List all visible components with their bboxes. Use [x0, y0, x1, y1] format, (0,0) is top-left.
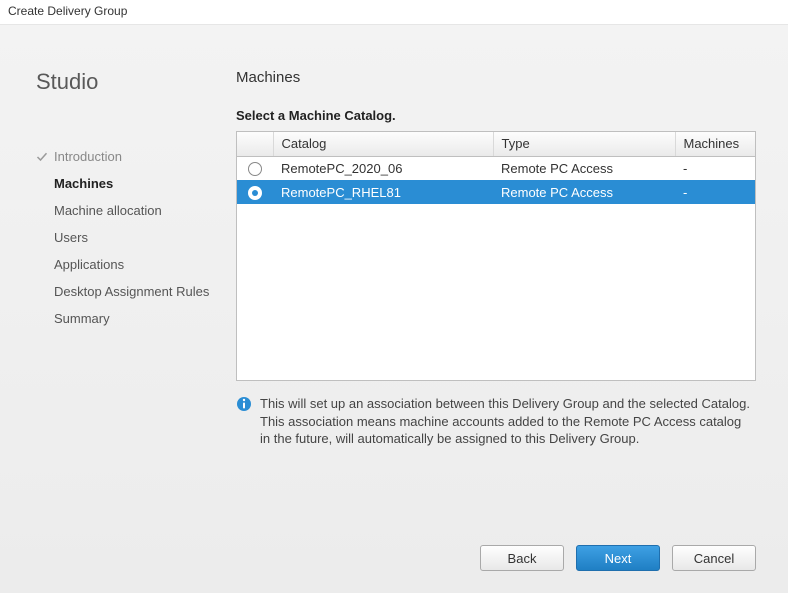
step-label: Desktop Assignment Rules [54, 284, 209, 299]
table-header-row: Catalog Type Machines [237, 132, 755, 156]
catalog-radio[interactable] [237, 156, 273, 180]
window-title: Create Delivery Group [0, 0, 788, 24]
header-radio[interactable] [237, 132, 273, 156]
back-button[interactable]: Back [480, 545, 564, 571]
step-label: Summary [54, 311, 110, 326]
info-icon [236, 396, 252, 412]
header-type[interactable]: Type [493, 132, 675, 156]
header-machines[interactable]: Machines [675, 132, 755, 156]
step-users[interactable]: Users [36, 224, 232, 251]
info-text: This will set up an association between … [260, 395, 752, 448]
step-label: Machine allocation [54, 203, 162, 218]
step-label: Machines [54, 176, 113, 191]
catalog-table: Catalog Type Machines RemotePC_2020_06 R… [237, 132, 755, 204]
content-panel: Machines Select a Machine Catalog. Catal… [232, 25, 788, 593]
catalog-table-container: Catalog Type Machines RemotePC_2020_06 R… [236, 131, 756, 381]
step-applications[interactable]: Applications [36, 251, 232, 278]
table-row[interactable]: RemotePC_2020_06 Remote PC Access - [237, 156, 755, 180]
wizard-body: Studio Introduction Machines Machine all… [0, 24, 788, 593]
wizard-buttons: Back Next Cancel [480, 545, 756, 571]
radio-icon [248, 186, 262, 200]
table-row[interactable]: RemotePC_RHEL81 Remote PC Access - [237, 180, 755, 204]
step-introduction[interactable]: Introduction [36, 143, 232, 170]
step-summary[interactable]: Summary [36, 305, 232, 332]
sidebar: Studio Introduction Machines Machine all… [0, 25, 232, 593]
next-button[interactable]: Next [576, 545, 660, 571]
step-machine-allocation[interactable]: Machine allocation [36, 197, 232, 224]
check-icon [36, 151, 48, 163]
catalog-machines-cell: - [675, 180, 755, 204]
catalog-type-cell: Remote PC Access [493, 156, 675, 180]
info-message: This will set up an association between … [236, 395, 756, 448]
catalog-type-cell: Remote PC Access [493, 180, 675, 204]
catalog-name-cell: RemotePC_2020_06 [273, 156, 493, 180]
step-label: Introduction [54, 149, 122, 164]
catalog-name-cell: RemotePC_RHEL81 [273, 180, 493, 204]
step-label: Users [54, 230, 88, 245]
radio-icon [248, 162, 262, 176]
step-machines[interactable]: Machines [36, 170, 232, 197]
header-catalog[interactable]: Catalog [273, 132, 493, 156]
step-desktop-assignment-rules[interactable]: Desktop Assignment Rules [36, 278, 232, 305]
wizard-steps: Introduction Machines Machine allocation… [36, 143, 232, 332]
studio-heading: Studio [36, 69, 232, 95]
catalog-machines-cell: - [675, 156, 755, 180]
catalog-radio[interactable] [237, 180, 273, 204]
select-catalog-label: Select a Machine Catalog. [236, 108, 756, 123]
cancel-button[interactable]: Cancel [672, 545, 756, 571]
page-title: Machines [236, 69, 756, 86]
step-label: Applications [54, 257, 124, 272]
